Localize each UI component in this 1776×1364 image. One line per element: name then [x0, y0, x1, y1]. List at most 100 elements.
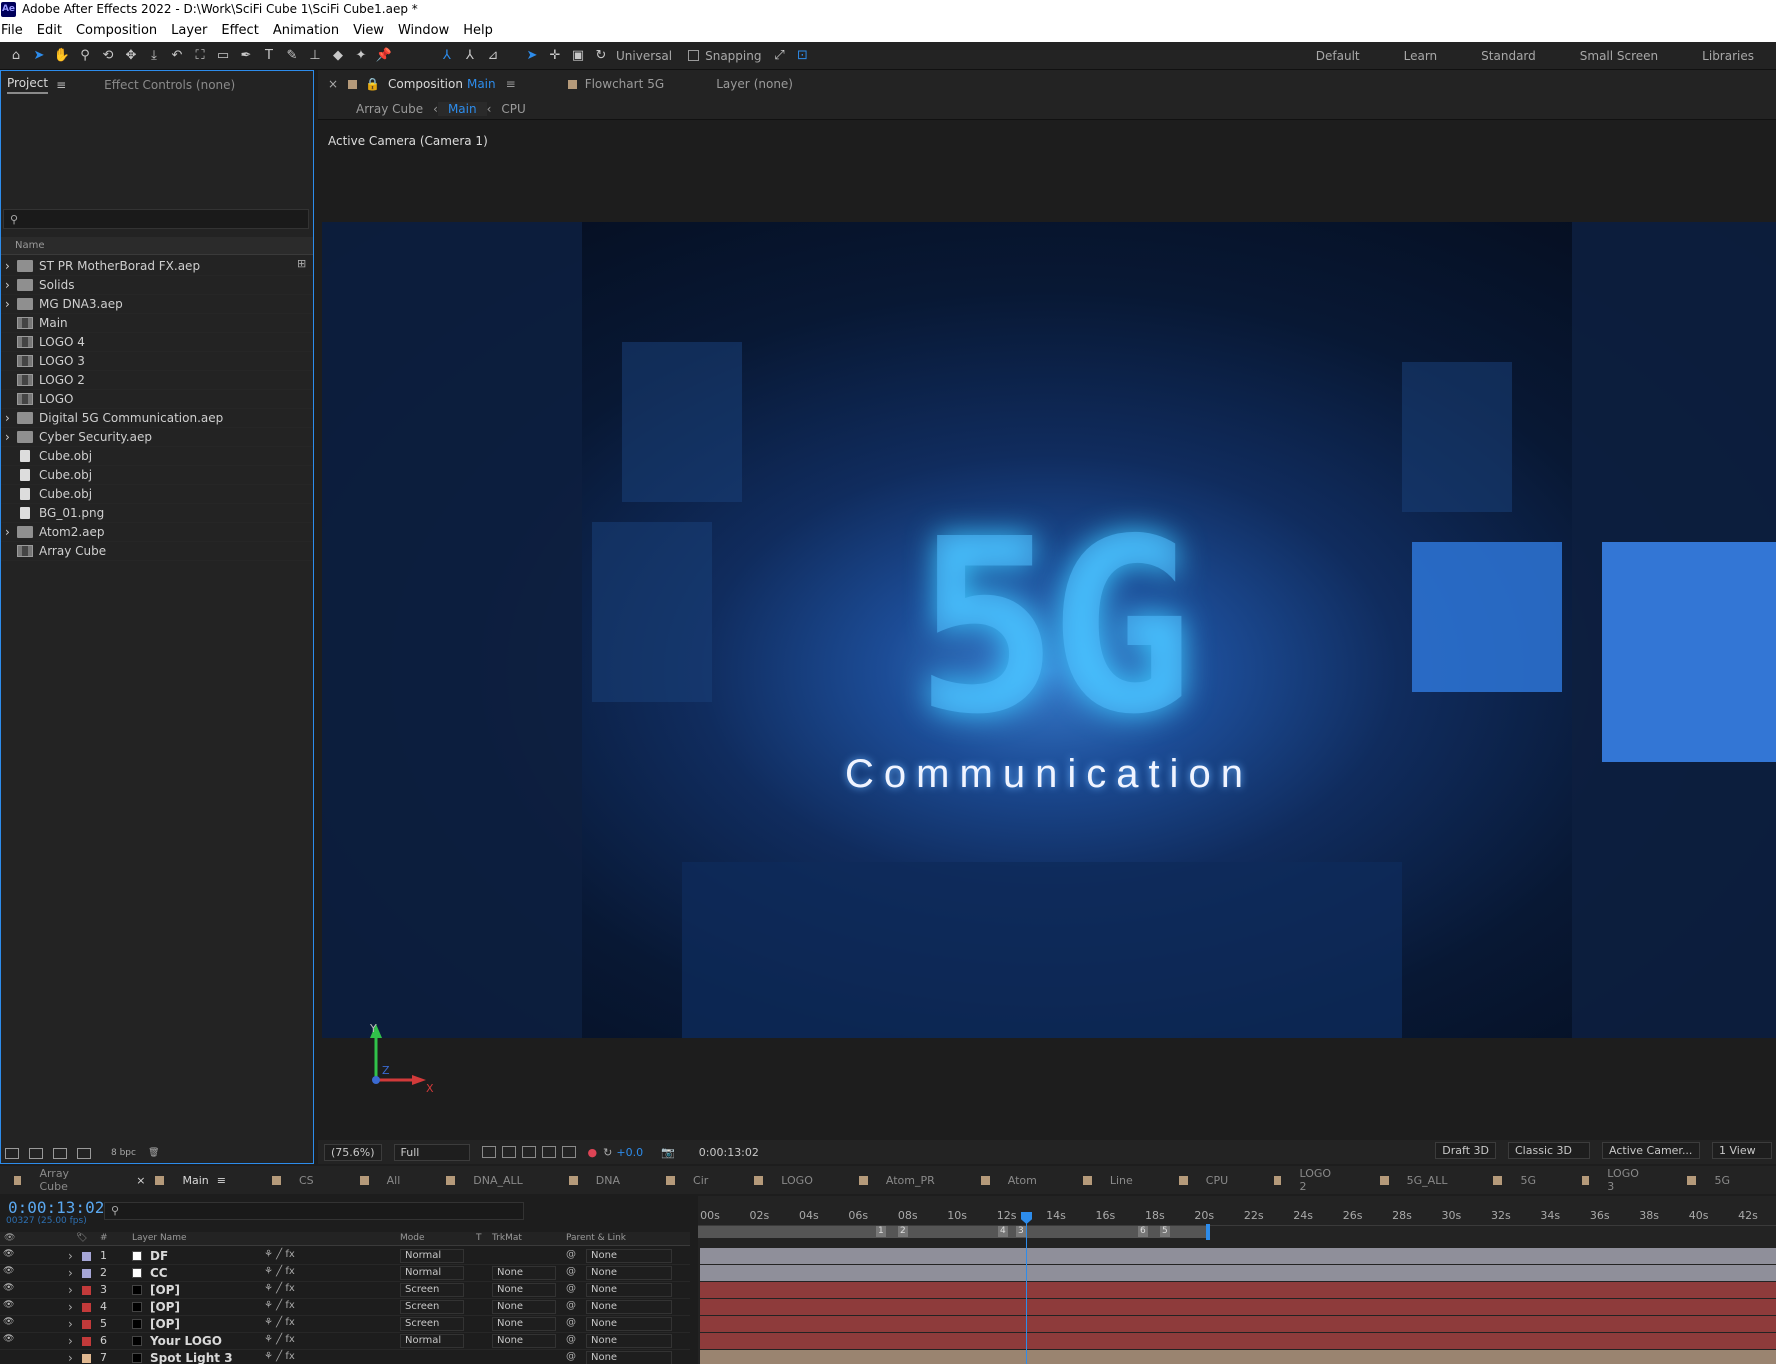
timeline-graph-area[interactable]: 00s 02s 04s 06s 08s 10s 12s 14s 16s 18s 20s 22s 24s 2… — [698, 1196, 1776, 1364]
project-item[interactable]: › Cyber Security.aep — [1, 428, 313, 447]
layer-row[interactable]: › 7 Spot Light 3 ⚘ ╱ fx @ None — [0, 1350, 690, 1364]
layer-switches-icon[interactable]: ⚘ ╱ fx — [264, 1283, 295, 1294]
expand-arrow-icon[interactable]: › — [68, 1249, 73, 1263]
home-icon[interactable]: ⌂ — [6, 46, 26, 66]
comp-marker[interactable]: 2 — [898, 1226, 908, 1237]
menu-animation[interactable]: Animation — [273, 23, 339, 38]
parent-dropdown[interactable]: None — [586, 1334, 672, 1348]
layer-label-color[interactable] — [82, 1337, 91, 1346]
track-matte-dropdown[interactable]: None — [492, 1317, 556, 1331]
layer-switches-icon[interactable]: ⚘ ╱ fx — [264, 1300, 295, 1311]
rotate-gizmo-icon[interactable]: ↻ — [591, 46, 611, 66]
roto-brush-icon[interactable]: ✦ — [351, 46, 371, 66]
expand-arrow-icon[interactable]: › — [68, 1283, 73, 1297]
trash-icon[interactable]: 🗑 — [148, 1148, 159, 1158]
timeline-tab[interactable]: Array Cube — [14, 1167, 90, 1193]
blend-mode-dropdown[interactable]: Normal — [400, 1334, 464, 1348]
menu-composition[interactable]: Composition — [76, 23, 157, 38]
project-item[interactable]: LOGO 2 — [1, 371, 313, 390]
project-item[interactable]: BG_01.png — [1, 504, 313, 523]
expand-arrow-icon[interactable]: › — [68, 1317, 73, 1331]
breadcrumb-cpu[interactable]: CPU — [491, 102, 535, 116]
layer-label-color[interactable] — [82, 1252, 91, 1261]
timeline-tab[interactable]: LOGO 3 — [1581, 1167, 1642, 1193]
project-item[interactable]: Cube.obj — [1, 447, 313, 466]
layer-label-color[interactable] — [82, 1286, 91, 1295]
comp-marker[interactable]: 5 — [1160, 1226, 1170, 1237]
layer-label-color[interactable] — [82, 1354, 91, 1363]
move-gizmo-icon[interactable]: ✛ — [545, 46, 565, 66]
expand-arrow-icon[interactable]: › — [5, 411, 11, 425]
layer-label-color[interactable] — [82, 1320, 91, 1329]
menu-view[interactable]: View — [353, 23, 384, 38]
pan-camera-icon[interactable]: ✥ — [121, 46, 141, 66]
layer-switches-icon[interactable]: ⚘ ╱ fx — [264, 1351, 295, 1362]
close-icon[interactable]: × — [328, 77, 338, 91]
expand-arrow-icon[interactable]: › — [5, 430, 11, 444]
color-channels-icon[interactable]: ● — [588, 1146, 598, 1159]
project-item[interactable]: Main — [1, 314, 313, 333]
rectangle-tool-icon[interactable]: ▭ — [213, 46, 233, 66]
menu-layer[interactable]: Layer — [171, 23, 207, 38]
project-item[interactable]: Array Cube — [1, 542, 313, 561]
eye-icon[interactable]: 👁 — [3, 1334, 14, 1344]
expand-arrow-icon[interactable]: › — [5, 525, 11, 539]
project-item[interactable]: Cube.obj — [1, 485, 313, 504]
layer-track-bar[interactable] — [700, 1350, 1776, 1364]
layer-switches-icon[interactable]: ⚘ ╱ fx — [264, 1249, 295, 1260]
pan-behind-icon[interactable]: ⛶ — [190, 46, 210, 66]
eye-icon[interactable]: 👁 — [3, 1317, 14, 1327]
tab-project[interactable]: Project — [7, 76, 49, 94]
work-area-end-handle[interactable] — [1206, 1224, 1210, 1240]
snap-options-icon[interactable]: ⤢ — [769, 46, 789, 66]
pick-whip-icon[interactable]: @ — [566, 1317, 576, 1328]
new-comp-icon[interactable] — [53, 1147, 67, 1159]
layer-switches-icon[interactable]: ⚘ ╱ fx — [264, 1266, 295, 1277]
selection-tool-icon[interactable]: ➤ — [29, 46, 49, 66]
menu-file[interactable]: File — [1, 23, 23, 38]
timeline-tab[interactable]: CS — [271, 1174, 314, 1187]
universal-select-icon[interactable]: ➤ — [522, 46, 542, 66]
tab-composition-main[interactable]: 🔒 Composition Main ≡ — [348, 77, 516, 91]
hamburger-menu-icon[interactable]: ≡ — [506, 77, 516, 91]
blend-mode-dropdown[interactable]: Screen — [400, 1300, 464, 1314]
layer-name[interactable]: [OP] — [150, 1317, 180, 1331]
camera-view-dropdown[interactable]: Active Camer... — [1602, 1142, 1700, 1159]
draft-3d-toggle[interactable]: Draft 3D — [1435, 1142, 1496, 1159]
expand-arrow-icon[interactable]: › — [68, 1351, 73, 1364]
timeline-tab[interactable]: Atom — [980, 1174, 1037, 1187]
workspace-libraries[interactable]: Libraries — [1702, 49, 1754, 63]
timeline-search-input[interactable]: ⚲ — [104, 1202, 524, 1220]
comp-marker[interactable]: 1 — [876, 1226, 886, 1237]
grid-guides-icon[interactable] — [561, 1146, 576, 1158]
view-axis-icon[interactable]: ⊿ — [483, 46, 503, 66]
timeline-tab[interactable]: DNA — [568, 1174, 620, 1187]
hand-tool-icon[interactable]: ✋ — [52, 46, 72, 66]
eye-icon[interactable]: 👁 — [3, 1283, 14, 1293]
layer-track-bar[interactable] — [700, 1248, 1776, 1265]
menu-help[interactable]: Help — [463, 23, 493, 38]
blend-mode-dropdown[interactable]: Normal — [400, 1266, 464, 1280]
rotate-tool-icon[interactable]: ↶ — [167, 46, 187, 66]
exposure-reset-icon[interactable]: ↻ — [603, 1146, 612, 1159]
expand-arrow-icon[interactable]: › — [68, 1300, 73, 1314]
layer-row[interactable]: 👁 › 6 Your LOGO ⚘ ╱ fx Normal None @ None — [0, 1333, 690, 1350]
pick-whip-icon[interactable]: @ — [566, 1266, 576, 1277]
puppet-pin-icon[interactable]: 📌 — [374, 46, 394, 66]
project-search-input[interactable]: ⚲ — [3, 209, 309, 229]
snapping-checkbox[interactable] — [688, 50, 700, 61]
track-matte-dropdown[interactable]: None — [492, 1334, 556, 1348]
expand-arrow-icon[interactable]: › — [68, 1266, 73, 1280]
composition-viewer[interactable]: 5G Communication — [322, 222, 1776, 1038]
project-item[interactable]: › Atom2.aep — [1, 523, 313, 542]
layer-track-bar[interactable] — [700, 1333, 1776, 1350]
pen-tool-icon[interactable]: ✒ — [236, 46, 256, 66]
brush-tool-icon[interactable]: ✎ — [282, 46, 302, 66]
parent-dropdown[interactable]: None — [586, 1283, 672, 1297]
layer-name-column-header[interactable]: Layer Name — [132, 1233, 187, 1243]
eye-icon[interactable]: 👁 — [3, 1249, 14, 1259]
layer-switches-icon[interactable]: ⚘ ╱ fx — [264, 1334, 295, 1345]
timeline-tab[interactable]: CPU — [1178, 1174, 1228, 1187]
workspace-standard[interactable]: Standard — [1481, 49, 1536, 63]
pick-whip-icon[interactable]: @ — [566, 1283, 576, 1294]
